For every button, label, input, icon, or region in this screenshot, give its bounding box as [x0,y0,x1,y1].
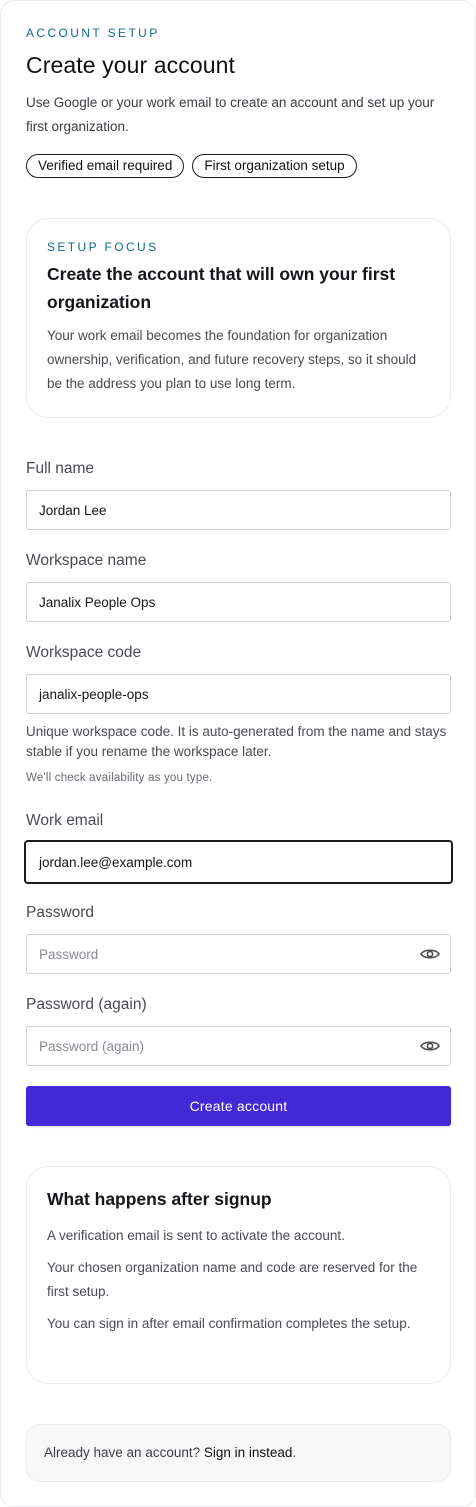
work-email-label: Work email [26,812,104,829]
setup-focus-title: Create the account that will own your fi… [47,264,396,312]
chip-first-org-setup: First organization setup [192,154,357,178]
workspace-code-input[interactable] [26,674,451,714]
create-account-button[interactable]: Create account [26,1086,451,1126]
page-title: Create your account [26,52,236,78]
password-label: Password [26,904,95,921]
password-again-input[interactable] [26,1026,451,1066]
setup-focus-card: SETUP FOCUS Create the account that will… [26,218,451,418]
setup-focus-eyebrow: SETUP FOCUS [47,240,159,254]
workspace-name-input[interactable] [26,582,451,622]
signin-prompt-text: Already have an account? [44,1445,201,1460]
password-again-label: Password (again) [26,996,147,1013]
signin-prompt-box: Already have an account? Sign in instead… [26,1424,451,1482]
full-name-label: Full name [26,460,95,477]
chip-row: Verified email required First organizati… [26,154,357,178]
workspace-code-availability: We'll check availability as you type. [26,772,213,784]
chip-verified-email: Verified email required [26,154,185,178]
full-name-input[interactable] [26,490,451,530]
workspace-code-label: Workspace code [26,644,142,661]
signin-link[interactable]: Sign in instead [204,1445,293,1460]
page-subtitle: Use Google or your work email to create … [26,95,435,134]
page-eyebrow: ACCOUNT SETUP [26,26,160,40]
after-signup-list: A verification email is sent to activate… [47,1224,430,1336]
list-item: You can sign in after email confirmation… [47,1316,411,1331]
list-item: Your chosen organization name and code a… [47,1260,418,1299]
eye-icon[interactable] [420,1039,440,1053]
workspace-name-label: Workspace name [26,552,147,569]
password-input[interactable] [26,934,451,974]
workspace-code-help: Unique workspace code. It is auto-genera… [26,724,447,759]
eye-icon[interactable] [420,947,440,961]
list-item: A verification email is sent to activate… [47,1228,345,1243]
after-signup-title: What happens after signup [47,1189,272,1209]
setup-focus-body: Your work email becomes the foundation f… [47,328,417,391]
work-email-input[interactable] [24,840,453,884]
signin-suffix: . [292,1445,297,1460]
after-signup-card: What happens after signup A verification… [26,1166,451,1384]
signup-page: ACCOUNT SETUP Create your account Use Go… [0,0,476,1507]
